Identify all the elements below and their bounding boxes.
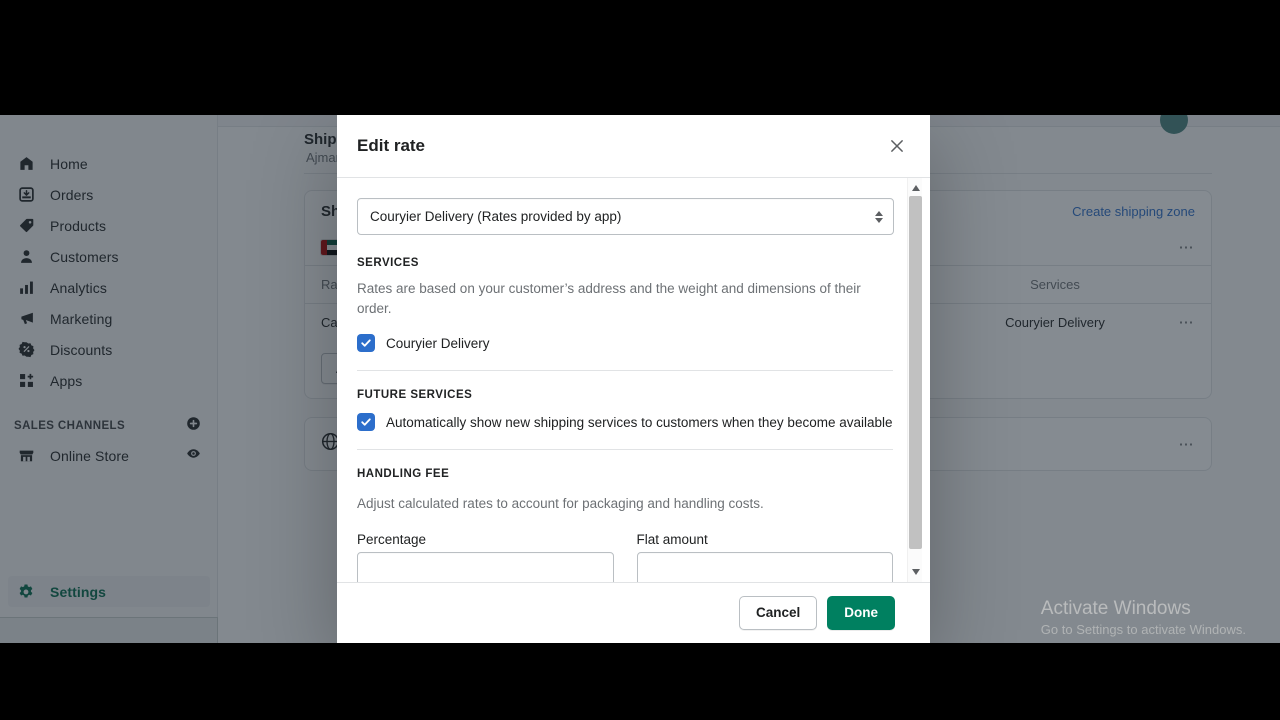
modal-body: Couryier Delivery (Rates provided by app… — [337, 178, 930, 582]
handling-fee-section: HANDLING FEE Adjust calculated rates to … — [357, 449, 893, 582]
flat-amount-field-group: Flat amount — [636, 531, 893, 582]
flat-amount-label: Flat amount — [636, 531, 708, 547]
carrier-select[interactable]: Couryier Delivery (Rates provided by app… — [357, 198, 894, 235]
future-services-checkbox-label: Automatically show new shipping services… — [386, 414, 893, 430]
services-section: SERVICES Rates are based on your custome… — [357, 235, 893, 370]
cancel-button[interactable]: Cancel — [738, 595, 818, 630]
service-checkbox-label: Couryier Delivery — [386, 335, 490, 351]
modal-header: Edit rate — [337, 115, 930, 178]
checkbox-checked-icon[interactable] — [357, 413, 375, 432]
scroll-down-arrow-icon[interactable] — [908, 565, 923, 580]
chevron-up-down-icon — [875, 210, 883, 223]
checkbox-checked-icon[interactable] — [357, 334, 375, 353]
handling-fee-fields: Percentage Flat amount — [357, 532, 893, 582]
modal-scrollbar[interactable] — [907, 178, 922, 582]
modal-body-content: Couryier Delivery (Rates provided by app… — [337, 178, 930, 582]
percentage-input[interactable] — [357, 551, 614, 582]
percentage-label: Percentage — [357, 531, 427, 547]
scroll-up-arrow-icon[interactable] — [908, 180, 923, 195]
scrollbar-thumb[interactable] — [909, 196, 922, 549]
modal-footer: Cancel Done — [337, 581, 930, 643]
future-services-heading: FUTURE SERVICES — [357, 389, 473, 402]
service-checkbox-row[interactable]: Couryier Delivery — [357, 334, 893, 353]
handling-fee-description: Adjust calculated rates to account for p… — [357, 496, 764, 512]
services-heading: SERVICES — [357, 257, 419, 269]
flat-amount-input[interactable] — [636, 551, 893, 582]
modal-title: Edit rate — [357, 136, 426, 155]
handling-fee-heading: HANDLING FEE — [357, 468, 450, 481]
future-services-checkbox-row[interactable]: Automatically show new shipping services… — [357, 413, 893, 432]
future-services-section: FUTURE SERVICES Automatically show new s… — [357, 370, 893, 449]
app-viewport: Home Orders Products — [0, 115, 1280, 643]
edit-rate-modal: Edit rate Couryier Delivery (Rates provi… — [337, 115, 930, 643]
services-description: Rates are based on your customer’s addre… — [357, 281, 861, 316]
done-button[interactable]: Done — [827, 595, 895, 630]
percentage-field-group: Percentage — [357, 532, 614, 582]
carrier-select-value: Couryier Delivery (Rates provided by app… — [370, 209, 622, 224]
close-icon[interactable] — [884, 133, 910, 159]
